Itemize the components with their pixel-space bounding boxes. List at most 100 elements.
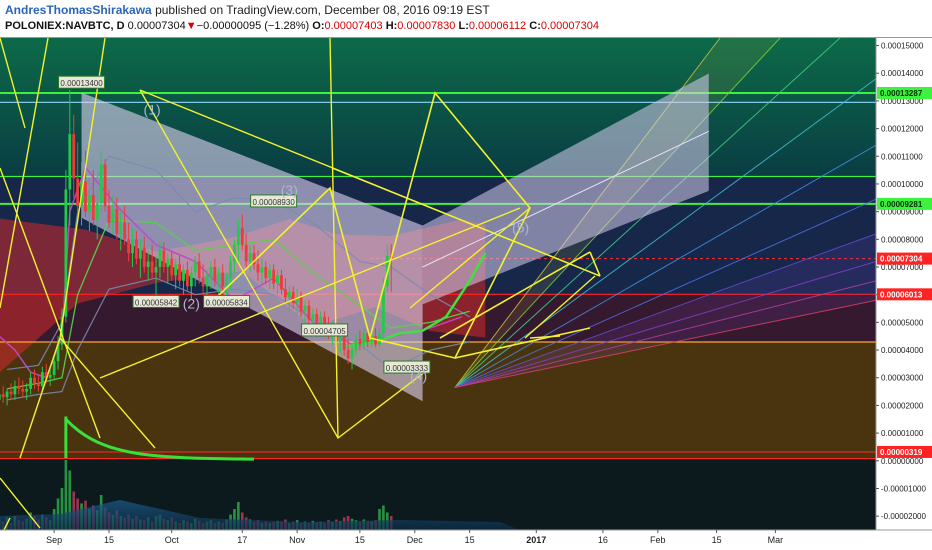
axis-tick-label: 0.00010000 [881, 180, 924, 189]
candle-body [193, 261, 197, 273]
annotation-label: 0.00013400 [60, 79, 103, 88]
candle-body [248, 253, 252, 262]
candle-body [342, 336, 346, 351]
close-value: 0.00007304 [540, 20, 599, 32]
candle-body [146, 261, 150, 268]
candle-body [256, 264, 260, 273]
price-chart[interactable]: 0.00013400 0.00008930 0.00005842 0.00005834… [0, 38, 932, 550]
candle-body [5, 391, 9, 398]
axis-tick-label: 0.00003000 [881, 374, 924, 383]
candle-body [338, 336, 342, 342]
close-label: C: [529, 20, 541, 32]
candle-body [17, 386, 21, 389]
candle-body [213, 267, 217, 281]
candle-body [236, 228, 240, 245]
open-value: 0.00007403 [324, 20, 383, 32]
candle-body [291, 291, 295, 303]
candle-body [362, 333, 366, 345]
candle-body [272, 269, 276, 284]
wave-label: (2) [183, 296, 200, 312]
price-tag-label: 0.00009281 [880, 200, 923, 209]
candle-body [158, 250, 162, 268]
candle-body [72, 134, 76, 179]
candle-body [95, 203, 99, 220]
candle-body [33, 377, 36, 384]
candle-body [154, 267, 158, 273]
axis-tick-label: 0.00001000 [881, 429, 924, 438]
candle-body [307, 305, 311, 320]
time-tick-label: 17 [237, 535, 247, 545]
candle-body [174, 264, 178, 276]
candle-body [299, 297, 303, 312]
time-axis: 15Sep15Oct17Nov15Dec15201716Feb15Mar [0, 529, 932, 550]
candle-body [225, 278, 228, 287]
candle-body [166, 258, 170, 268]
candle-body [276, 275, 279, 284]
candle-body [311, 314, 315, 320]
candle-body [25, 388, 29, 392]
candle-body [354, 338, 358, 351]
axis-tick-label: -0.00001000 [881, 484, 926, 493]
candle-body [138, 247, 142, 259]
candle-body [119, 222, 123, 234]
candle-body [88, 195, 91, 212]
candle-body [260, 267, 264, 273]
price-change: −0.00000095 (−1.28%) [196, 20, 310, 32]
candle-body [178, 264, 181, 281]
axis-tick-label: 0.00011000 [881, 152, 923, 161]
candle-body [48, 374, 52, 378]
candle-body [76, 178, 80, 207]
candle-body [0, 394, 1, 400]
candle-body [189, 272, 193, 287]
candle-body [37, 383, 40, 387]
wave-label: (5) [512, 219, 529, 235]
candle-body [123, 222, 127, 240]
time-tick-label: 15 [465, 535, 475, 545]
candle-body [91, 195, 95, 220]
axis-tick-label: 0.00004000 [881, 346, 924, 355]
candle-body [103, 164, 107, 207]
candle-body [350, 350, 354, 359]
time-tick-label: Sep [46, 535, 62, 545]
price-tag-label: 0.00007304 [880, 255, 923, 264]
annotation-label: 0.00008930 [253, 198, 296, 207]
candle-body [52, 361, 56, 375]
price-axis: 0.000150000.000140000.000130000.00012000… [875, 38, 932, 530]
symbol-line: POLONIEX:NAVBTC, D 0.00007304▼−0.0000009… [5, 20, 599, 32]
candle-body [358, 338, 362, 345]
candle-body [9, 391, 13, 395]
candle-body [284, 289, 287, 298]
chart-header: AndresThomasShirakawa published on Tradi… [0, 0, 932, 38]
candle-body [201, 278, 205, 287]
candle-body [346, 350, 350, 359]
axis-tick-label: 0.00008000 [881, 235, 924, 244]
candle-body [374, 336, 377, 345]
author-link[interactable]: AndresThomasShirakawa [5, 3, 152, 17]
time-tick-label: 2017 [526, 535, 546, 545]
candle-body [280, 275, 283, 290]
candle-body [99, 164, 103, 204]
candle-body [303, 305, 307, 312]
candle-body [107, 206, 111, 223]
candle-body [13, 386, 17, 395]
candle-body [1, 394, 5, 398]
candle-body [115, 208, 119, 234]
candle-body [229, 261, 232, 279]
candle-body [217, 272, 221, 281]
wave-label: (4) [410, 368, 427, 384]
low-label: L: [458, 20, 469, 32]
candle-body [21, 388, 25, 392]
candle-body [29, 377, 32, 389]
time-tick-label: 15 [355, 535, 365, 545]
candle-body [84, 181, 87, 212]
time-tick-label: Mar [768, 535, 784, 545]
price-tag-label: 0.00006013 [880, 290, 923, 299]
published-info: published on TradingView.com, December 0… [155, 3, 490, 17]
candle-body [162, 250, 166, 268]
annotation-label: 0.00004705 [303, 327, 346, 336]
annotation-label: 0.00005842 [135, 298, 178, 307]
candle-body [68, 134, 72, 190]
symbol-name[interactable]: POLONIEX:NAVBTC, D [5, 20, 125, 32]
candle-body [40, 372, 44, 387]
time-tick-label: Oct [165, 535, 180, 545]
